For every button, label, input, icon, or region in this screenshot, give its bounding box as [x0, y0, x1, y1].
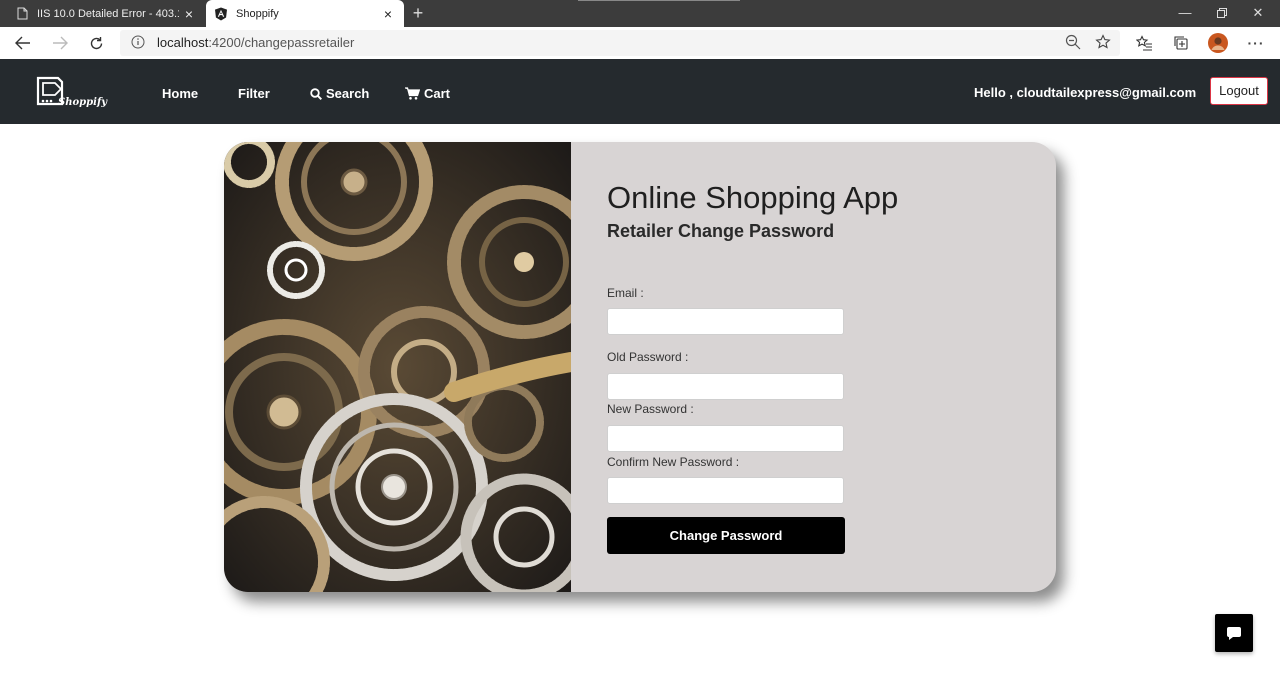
back-icon[interactable] [11, 31, 35, 55]
change-password-button[interactable]: Change Password [607, 517, 845, 554]
cart-icon [405, 87, 420, 100]
app-navbar: Shoppify Home Filter Search Cart Hello ,… [0, 59, 1280, 124]
forward-icon[interactable] [48, 31, 72, 55]
email-label: Email : [607, 286, 644, 300]
collections-icon[interactable] [1169, 31, 1193, 55]
url-path: :4200/changepassretailer [208, 35, 355, 50]
chat-button[interactable] [1215, 614, 1253, 652]
url-host: localhost [157, 35, 209, 50]
old-password-label: Old Password : [607, 350, 689, 364]
user-greeting: Hello , cloudtailexpress@gmail.com [974, 85, 1197, 100]
logout-button[interactable]: Logout [1210, 77, 1268, 105]
nav-home[interactable]: Home [162, 86, 198, 101]
page-title: Online Shopping App [607, 180, 899, 215]
nav-cart-label: Cart [424, 86, 451, 101]
info-icon[interactable] [131, 35, 145, 54]
confirm-password-label: Confirm New Password : [607, 455, 740, 469]
url-field[interactable]: localhost:4200/changepassretailer [120, 30, 1120, 56]
tab-close-icon[interactable]: × [179, 6, 199, 22]
browser-tab-shoppify[interactable]: Shoppify × [206, 0, 404, 27]
browser-tab-iis-error[interactable]: IIS 10.0 Detailed Error - 403.14 - × [0, 0, 205, 27]
more-options-icon[interactable]: ··· [1244, 31, 1268, 55]
favorites-icon[interactable] [1132, 31, 1156, 55]
window-drag-indicator [578, 0, 740, 1]
zoom-icon[interactable] [1065, 34, 1081, 55]
page-icon [16, 7, 28, 21]
tab-title: Shoppify [236, 7, 279, 20]
new-tab-icon[interactable]: + [408, 3, 428, 23]
refresh-icon[interactable] [84, 31, 108, 55]
search-icon [310, 87, 322, 100]
profile-avatar[interactable] [1206, 31, 1230, 55]
new-password-label: New Password : [607, 402, 694, 416]
page-subtitle: Retailer Change Password [607, 221, 835, 241]
change-password-card: Online Shopping App Retailer Change Pass… [224, 142, 1056, 592]
nav-search-label: Search [326, 86, 370, 101]
angular-icon [215, 7, 227, 21]
brand-name: Shoppify [58, 97, 108, 108]
brand-logo[interactable]: Shoppify [34, 74, 108, 114]
email-field[interactable] [607, 308, 844, 335]
new-password-field[interactable] [607, 425, 844, 452]
minimize-icon[interactable]: — [1167, 0, 1203, 27]
nav-filter[interactable]: Filter [238, 86, 270, 101]
nav-filter-label: Filter [238, 86, 270, 101]
old-password-field[interactable] [607, 373, 844, 400]
url-text: localhost:4200/changepassretailer [157, 35, 354, 50]
chat-icon [1227, 626, 1241, 640]
gears-illustration [224, 142, 571, 592]
tab-close-icon[interactable]: × [378, 6, 398, 22]
browser-address-bar: localhost:4200/changepassretailer ··· [0, 27, 1280, 60]
tab-title: IIS 10.0 Detailed Error - 403.14 - [37, 7, 179, 20]
favorite-star-icon[interactable] [1095, 34, 1111, 55]
browser-tab-strip: IIS 10.0 Detailed Error - 403.14 - × Sho… [0, 0, 1280, 27]
confirm-password-field[interactable] [607, 477, 844, 504]
nav-search[interactable]: Search [310, 86, 369, 101]
nav-cart[interactable]: Cart [405, 86, 450, 101]
nav-home-label: Home [162, 86, 199, 101]
restore-icon[interactable] [1204, 0, 1240, 27]
close-window-icon[interactable]: ✕ [1240, 0, 1276, 27]
